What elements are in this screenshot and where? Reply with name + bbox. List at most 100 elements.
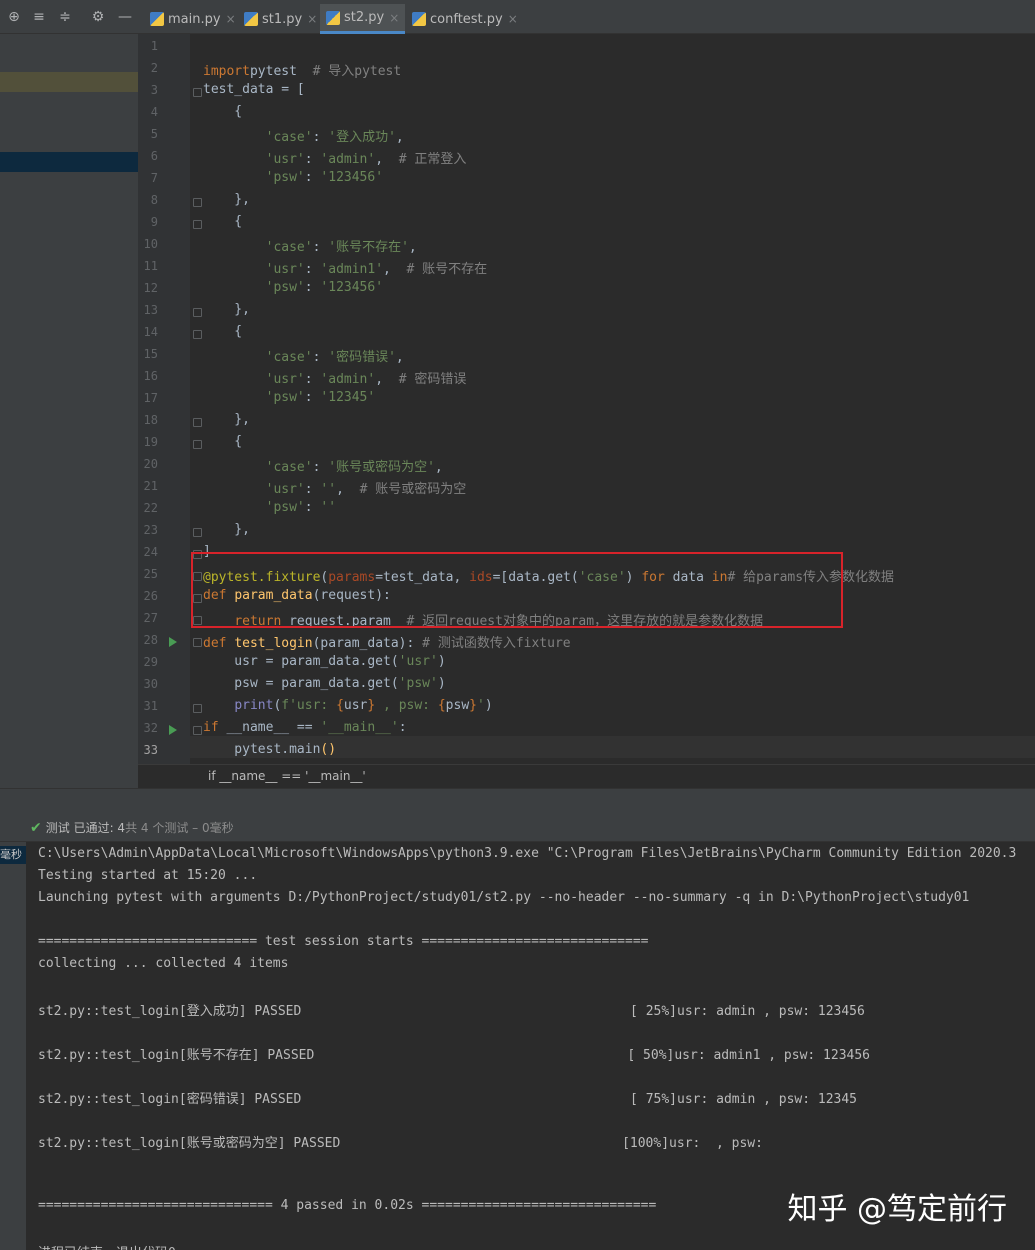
code-line[interactable]: 'case': '账号不存在', [203,236,417,255]
fold-marker-icon[interactable] [193,418,202,427]
code-token: } [469,698,477,713]
code-token: print [234,698,274,713]
console-line: st2.py::test_login[密码错误] PASSED [ 75%]us… [38,1092,858,1107]
code-token: : [304,152,321,167]
line-number: 17 [143,391,158,405]
tab-conftest-py[interactable]: conftest.py × [406,4,524,34]
code-line[interactable]: }, [203,192,250,207]
tab-st2-py[interactable]: st2.py × [320,4,406,34]
fold-marker-icon[interactable] [193,220,202,229]
minimize-icon[interactable]: — [116,8,134,26]
line-number: 9 [150,215,158,229]
code-line[interactable]: { [203,434,242,449]
code-token: , [375,152,399,167]
fold-marker-icon[interactable] [193,726,202,735]
fold-marker-icon[interactable] [193,528,202,537]
crosshair-icon[interactable]: ⊕ [5,8,23,26]
code-token: ' [476,698,485,713]
code-line[interactable]: test_data = [ [203,82,305,97]
expand-all-icon[interactable]: ≡ [30,8,48,26]
close-icon[interactable]: × [307,12,317,26]
code-line[interactable]: 'psw': '' [203,500,336,515]
project-tree-row-selected[interactable] [0,152,138,172]
line-number: 27 [143,611,158,625]
code-line[interactable]: 'case': '密码错误', [203,346,404,365]
code-line[interactable]: 'case': '登入成功', [203,126,404,145]
code-token: }, [203,412,250,427]
fold-marker-icon[interactable] [193,308,202,317]
fold-marker-icon[interactable] [193,88,202,97]
line-number: 32 [143,721,158,735]
code-token: { [336,698,344,713]
code-line[interactable]: }, [203,412,250,427]
code-line[interactable]: psw = param_data.get('psw') [203,676,445,691]
code-token: pytest [249,64,313,79]
console-line: st2.py::test_login[账号不存在] PASSED [ 50%]u… [38,1048,871,1063]
fold-marker-icon[interactable] [193,638,202,647]
fold-marker-icon[interactable] [193,440,202,449]
run-arrow-icon[interactable] [169,637,177,647]
code-line[interactable]: def test_login(param_data): # 测试函数传入fixt… [203,632,571,651]
close-icon[interactable]: × [508,12,518,26]
code-token: : [304,170,321,185]
tab-label: conftest.py [430,11,503,27]
fold-marker-icon[interactable] [193,704,202,713]
tab-st1-py[interactable]: st1.py × [238,4,323,34]
console-line: ============================ test sessio… [38,934,649,949]
code-line[interactable]: importpytest # 导入pytest [203,60,401,79]
fold-marker-icon[interactable] [193,198,202,207]
code-line[interactable]: 'usr': 'admin1', # 账号不存在 [203,258,488,277]
code-line[interactable]: 'psw': '12345' [203,390,376,405]
code-line[interactable]: }, [203,302,250,317]
code-token: # 导入pytest [312,64,402,79]
code-token: 'psw' [265,390,305,405]
close-icon[interactable]: × [389,11,399,25]
project-tree-row[interactable] [0,72,138,92]
run-arrow-icon[interactable] [169,725,177,735]
tab-main-py[interactable]: main.py × [144,4,242,34]
python-file-icon [326,10,340,25]
code-line[interactable]: }, [203,522,250,537]
collapse-all-icon[interactable]: ≑ [56,8,74,26]
console-line: 进程已结束，退出代码0 [38,1242,176,1250]
fold-marker-icon[interactable] [193,330,202,339]
code-line[interactable]: 'usr': '', # 账号或密码为空 [203,478,467,497]
code-token: ) [484,698,493,713]
code-token: 'usr' [265,262,305,277]
code-token: : [304,372,321,387]
code-token: '123456' [320,280,384,295]
code-line[interactable]: { [203,214,242,229]
code-line[interactable]: 'psw': '123456' [203,280,383,295]
watermark: 知乎 @笃定前行 [787,1192,1007,1227]
code-token: # 测试函数传入fixture [422,636,571,651]
breadcrumb[interactable]: if __name__ == '__main__' [138,764,1035,788]
code-token: if [203,720,219,735]
line-number: 5 [150,127,158,141]
code-line[interactable]: 'case': '账号或密码为空', [203,456,443,475]
code-line[interactable]: 'usr': 'admin', # 正常登入 [203,148,467,167]
code-line[interactable]: 'usr': 'admin', # 密码错误 [203,368,467,387]
code-token: , [395,350,404,365]
code-token: def [203,636,235,651]
code-line[interactable]: { [203,324,242,339]
code-line[interactable]: pytest.main() [203,742,336,757]
code-token: '123456' [320,170,384,185]
code-line[interactable]: print(f'usr: {usr} , psw: {psw}') [203,698,493,713]
code-line[interactable]: if __name__ == '__main__': [203,720,407,735]
close-icon[interactable]: × [226,12,236,26]
code-token: import [203,64,250,79]
code-token: '账号不存在' [328,240,409,255]
code-line[interactable]: usr = param_data.get('usr') [203,654,445,669]
line-number: 3 [150,83,158,97]
code-line[interactable]: 'psw': '123456' [203,170,383,185]
line-number: 8 [150,193,158,207]
test-tree-item[interactable]: 毫秒 [0,846,26,864]
console-line: st2.py::test_login[登入成功] PASSED [ 25%]us… [38,1004,865,1019]
code-token: 'case' [265,130,313,145]
code-token: # 正常登入 [398,152,467,167]
code-token: 'admin' [320,152,376,167]
code-line[interactable]: { [203,104,242,119]
gear-icon[interactable]: ⚙ [89,8,107,26]
